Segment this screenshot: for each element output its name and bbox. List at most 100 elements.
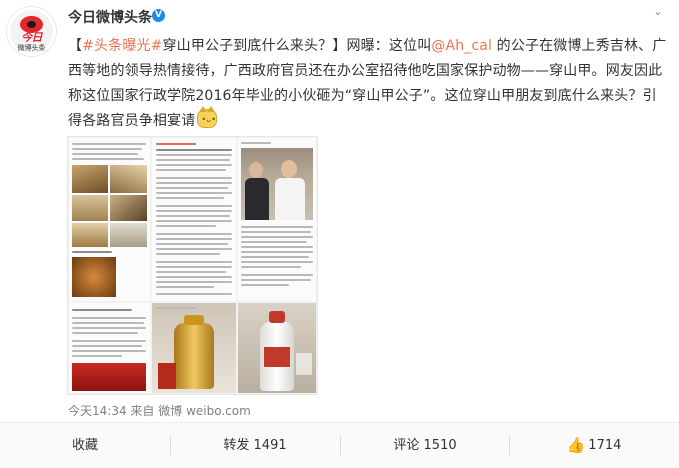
text-line: [156, 210, 232, 212]
open-bracket: 【: [68, 38, 83, 54]
text-line: [156, 286, 214, 288]
action-bar: 收藏 转发 1491 评论 1510 👍 1714: [0, 422, 679, 468]
collect-button[interactable]: 收藏: [0, 423, 170, 468]
red-banner-image: [72, 363, 146, 391]
banquet-photo: [110, 195, 147, 221]
post-timestamp: 今天14:34 来自 微博 weibo.com: [68, 402, 251, 419]
source-link[interactable]: 微博 weibo.com: [158, 404, 251, 418]
cat-emoji-icon: •ᴗ•: [197, 106, 218, 128]
banquet-photo: [110, 165, 147, 193]
text-line: [156, 238, 232, 240]
text-line: [72, 355, 122, 357]
verified-badge-icon: V: [152, 9, 165, 22]
text-line: [241, 246, 313, 248]
bottle-cap: [184, 315, 204, 325]
banquet-photo: [72, 165, 108, 193]
text-line: [241, 251, 313, 253]
text-line: [72, 345, 142, 347]
text-line: [156, 159, 230, 161]
post-image-maotai-bottle-2[interactable]: [238, 303, 316, 393]
dish-photo: [72, 257, 116, 297]
source-prefix: 来自: [130, 404, 155, 418]
text-line: [156, 276, 232, 278]
text-line: [156, 243, 228, 245]
text-line: [72, 143, 146, 145]
text-line: [72, 332, 138, 334]
text-line: [72, 322, 144, 324]
text-line: [156, 149, 232, 151]
post-text: 【#头条曝光#穿山甲公子到底什么来头？】网曝：这位叫@Ah_cal 的公子在微博…: [68, 34, 668, 134]
text-line: [72, 153, 138, 155]
text-line: [156, 248, 232, 250]
post-time-link[interactable]: 今天14:34: [68, 404, 127, 418]
text-line: [241, 236, 313, 238]
bottle-label: [264, 347, 290, 367]
bottle-cap: [269, 311, 285, 323]
text-line: [241, 261, 313, 263]
author-name[interactable]: 今日微博头条: [68, 7, 152, 27]
post-text-part-1: 穿山甲公子到底什么来头？】网曝：这位叫: [162, 38, 432, 54]
like-button[interactable]: 👍 1714: [509, 423, 679, 468]
text-line: [72, 251, 112, 253]
text-line: [72, 350, 146, 352]
hashtag-link[interactable]: #头条曝光#: [82, 38, 162, 54]
text-line: [156, 293, 232, 295]
banquet-photo: [110, 223, 147, 247]
post-image-screenshot-3[interactable]: [238, 138, 316, 301]
text-line: [156, 271, 226, 273]
text-line: [156, 205, 232, 207]
text-line: [156, 154, 232, 156]
text-line: [72, 158, 144, 160]
more-options-chevron-icon[interactable]: ⌄: [650, 6, 666, 18]
text-line: [156, 215, 230, 217]
text-line: [72, 309, 132, 311]
text-line: [156, 192, 232, 194]
text-line: [241, 266, 301, 268]
text-line: [72, 340, 146, 342]
text-line: [156, 233, 232, 235]
text-line: [241, 231, 311, 233]
text-line: [156, 187, 228, 189]
text-line: [72, 317, 146, 319]
text-line: [241, 256, 309, 258]
text-line: [72, 148, 142, 150]
two-men-photo: [241, 148, 313, 220]
text-line: [156, 266, 232, 268]
post-image-maotai-bottle-1[interactable]: [152, 303, 236, 393]
text-line: [72, 327, 146, 329]
gold-bottle: [174, 323, 214, 389]
text-line: [241, 142, 271, 144]
text-line: [156, 143, 196, 145]
text-line: [241, 284, 289, 286]
bottle-box: [158, 363, 176, 389]
avatar[interactable]: 今日 微博头条: [6, 6, 57, 57]
post-image-screenshot-2[interactable]: [152, 138, 236, 301]
text-line: [156, 281, 232, 283]
avatar-sub-text: 微博头条: [17, 44, 46, 52]
weibo-post-card: 今日 微博头条 今日微博头条 V ⌄ 【#头条曝光#穿山甲公子到底什么来头？】网…: [0, 0, 679, 468]
post-image-collage[interactable]: [67, 136, 318, 395]
like-count: 1714: [588, 438, 622, 453]
banquet-photo: [72, 195, 108, 221]
post-image-screenshot-1[interactable]: [69, 138, 150, 301]
text-line: [156, 253, 220, 255]
text-line: [156, 225, 216, 227]
banquet-photo: [72, 223, 108, 247]
repost-button[interactable]: 转发 1491: [170, 423, 340, 468]
text-line: [156, 182, 232, 184]
text-line: [241, 279, 311, 281]
text-line: [156, 197, 224, 199]
glass: [296, 353, 312, 375]
text-line: [156, 164, 232, 166]
text-line: [241, 241, 307, 243]
text-line: [241, 226, 313, 228]
text-line: [156, 307, 196, 309]
mention-link[interactable]: @Ah_cal: [431, 38, 492, 54]
text-line: [156, 220, 232, 222]
comment-button[interactable]: 评论 1510: [340, 423, 510, 468]
text-line: [241, 274, 313, 276]
text-line: [156, 177, 232, 179]
text-line: [156, 261, 232, 263]
text-line: [156, 169, 226, 171]
post-image-screenshot-4[interactable]: [69, 303, 150, 393]
